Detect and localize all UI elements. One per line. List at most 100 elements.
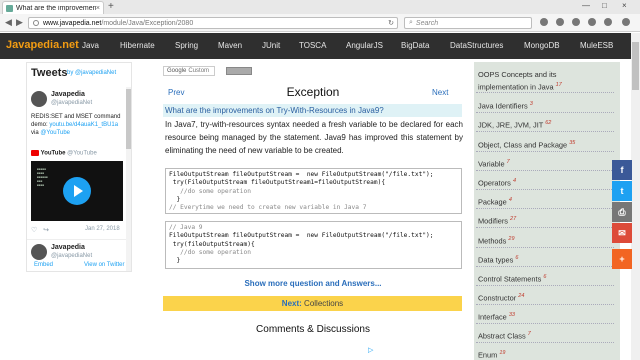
sidebar-divider	[476, 285, 614, 286]
prev-link[interactable]: Prev	[168, 88, 184, 97]
next-topic-target[interactable]: Collections	[304, 299, 343, 308]
search-placeholder: Search	[415, 19, 439, 27]
browser-tab-bar: What are the improvements... × + — □ ×	[0, 0, 640, 14]
code-block-java7: FileOutputStream fileOutputStream = new …	[165, 168, 462, 214]
avatar[interactable]	[31, 244, 47, 260]
maximize-button[interactable]: □	[602, 1, 607, 10]
download-icon[interactable]	[572, 18, 580, 26]
print-share-button[interactable]: ⎙	[612, 202, 632, 222]
code-line: }	[169, 257, 181, 265]
tweet-link[interactable]: youtu.be/d4auaK1_tBU1a	[49, 122, 118, 128]
email-share-button[interactable]: ✉	[612, 223, 632, 243]
new-tab-button[interactable]: +	[108, 2, 114, 12]
home-icon[interactable]	[556, 18, 564, 26]
url-bar[interactable]: www.javapedia.net /module/Java/Exception…	[28, 17, 398, 29]
pocket-icon[interactable]	[588, 18, 596, 26]
bookmark-icon[interactable]	[540, 18, 548, 26]
close-window-button[interactable]: ×	[622, 1, 627, 10]
next-link[interactable]: Next	[432, 88, 448, 97]
sidebar-item-object[interactable]: Object, Class and Package 35	[478, 138, 608, 150]
sidebar-divider	[476, 92, 614, 93]
video-thumbnail-text: ■■■■■ ■■■■ ■■■■■■ ■■■ ■■■■	[37, 167, 48, 187]
back-icon[interactable]: ◀	[5, 17, 12, 28]
share-icon[interactable]: ↪	[43, 227, 49, 234]
twitter-share-button[interactable]: t	[612, 181, 632, 201]
tweet-author-name[interactable]: Javapedia	[51, 244, 85, 251]
next-topic-bar[interactable]: Next: Collections	[163, 296, 462, 311]
sidebar-item-abstract[interactable]: Abstract Class 7	[478, 329, 608, 341]
sidebar-item-methods[interactable]: Methods 29	[478, 234, 608, 246]
sidebar-item-datatypes[interactable]: Data types 6	[478, 253, 608, 265]
sidebar-item-label: Object, Class and Package	[478, 140, 568, 150]
more-share-button[interactable]: +	[612, 249, 632, 269]
nav-tosca[interactable]: TOSCA	[299, 41, 326, 50]
sidebar-item-modifiers[interactable]: Modifiers 27	[478, 214, 608, 226]
tweets-by[interactable]: by @javapediaNet	[67, 70, 116, 76]
nav-spring[interactable]: Spring	[175, 41, 198, 50]
tweets-scroll-thumb[interactable]	[126, 89, 131, 149]
search-button[interactable]	[226, 67, 252, 75]
nav-bigdata[interactable]: BigData	[401, 41, 429, 50]
page-scroll-thumb[interactable]	[632, 42, 639, 90]
sidebar-item-constructor[interactable]: Constructor 24	[478, 291, 608, 303]
nav-muleesb[interactable]: MuleESB	[580, 41, 613, 50]
addon-icon[interactable]	[604, 18, 612, 26]
sidebar-item-count: 6	[515, 255, 519, 261]
sidebar-item-count: 35	[569, 140, 576, 146]
tweet-author-name[interactable]: Javapedia	[51, 91, 85, 98]
search-icon: ⌕	[409, 19, 413, 26]
tab-close-icon[interactable]: ×	[96, 5, 100, 12]
view-on-twitter-link[interactable]: View on Twitter	[84, 262, 124, 268]
sidebar-item-count: 3	[529, 101, 533, 107]
ad-choices-icon[interactable]: ▷	[368, 346, 373, 354]
like-icon[interactable]: ♡	[31, 227, 37, 234]
tweet-author-handle[interactable]: @javapediaNet	[51, 100, 92, 106]
site-logo[interactable]: Javapedia.net	[6, 39, 79, 51]
code-line: FileOutputStream fileOutputStream = new …	[169, 232, 434, 240]
tweet-author-handle[interactable]: @javapediaNet	[51, 253, 92, 259]
nav-mongodb[interactable]: MongoDB	[524, 41, 560, 50]
sidebar-item-variable[interactable]: Variable 7	[478, 157, 608, 169]
code-line: // Java 9	[169, 224, 203, 231]
sidebar-item-operators[interactable]: Operators 4	[478, 176, 608, 188]
sidebar-item-count: 7	[527, 331, 531, 337]
nav-junit[interactable]: JUnit	[262, 41, 280, 50]
menu-icon[interactable]	[622, 18, 630, 26]
embed-link[interactable]: Embed	[34, 262, 53, 268]
tweet-date[interactable]: Jan 27, 2018	[85, 226, 120, 232]
minimize-button[interactable]: —	[582, 1, 590, 10]
nav-hibernate[interactable]: Hibernate	[120, 41, 155, 50]
browser-tab[interactable]: What are the improvements... ×	[2, 1, 104, 14]
nav-maven[interactable]: Maven	[218, 41, 242, 50]
tweet-video[interactable]: ■■■■■ ■■■■ ■■■■■■ ■■■ ■■■■	[31, 161, 123, 221]
sidebar-item-label: OOPS Concepts and its implementation in …	[478, 70, 557, 92]
sidebar-item-jdk[interactable]: JDK, JRE, JVM, JIT 62	[478, 118, 608, 130]
avatar[interactable]	[31, 91, 47, 107]
sidebar-item-oops[interactable]: OOPS Concepts and its implementation in …	[478, 70, 608, 92]
reload-icon[interactable]: ↻	[388, 19, 394, 27]
sidebar-item-control[interactable]: Control Statements 6	[478, 272, 608, 284]
sidebar-item-count: 27	[510, 216, 517, 222]
sidebar-item-label: Java Identifiers	[478, 101, 528, 111]
sidebar-item-package[interactable]: Package 4	[478, 195, 608, 207]
facebook-icon: f	[620, 165, 624, 175]
forward-icon[interactable]: ▶	[16, 17, 23, 28]
play-icon[interactable]	[63, 177, 91, 205]
sidebar-item-interface[interactable]: Interface 33	[478, 310, 608, 322]
sidebar-item-identifiers[interactable]: Java Identifiers 3	[478, 99, 608, 111]
sidebar-item-label: Abstract Class	[478, 331, 526, 341]
nav-angularjs[interactable]: AngularJS	[346, 41, 383, 50]
sidebar-item-enum[interactable]: Enum 19	[478, 348, 608, 360]
nav-java[interactable]: Java	[82, 41, 99, 50]
facebook-share-button[interactable]: f	[612, 160, 632, 180]
sidebar-item-count: 33	[508, 312, 515, 318]
yt-handle: @YouTube	[67, 150, 97, 157]
search-input[interactable]: ⌕ Search	[404, 17, 532, 29]
show-more-link[interactable]: Show more question and Answers...	[163, 279, 463, 288]
google-custom-search-input[interactable]: Google Custom	[163, 66, 215, 76]
sidebar-item-count: 4	[512, 178, 516, 184]
tweet-mention[interactable]: @YouTube	[40, 130, 70, 136]
comments-heading: Comments & Discussions	[256, 324, 370, 335]
tweet-card-source[interactable]: YouTube @YouTube	[31, 150, 97, 157]
nav-datastructures[interactable]: DataStructures	[450, 41, 503, 50]
